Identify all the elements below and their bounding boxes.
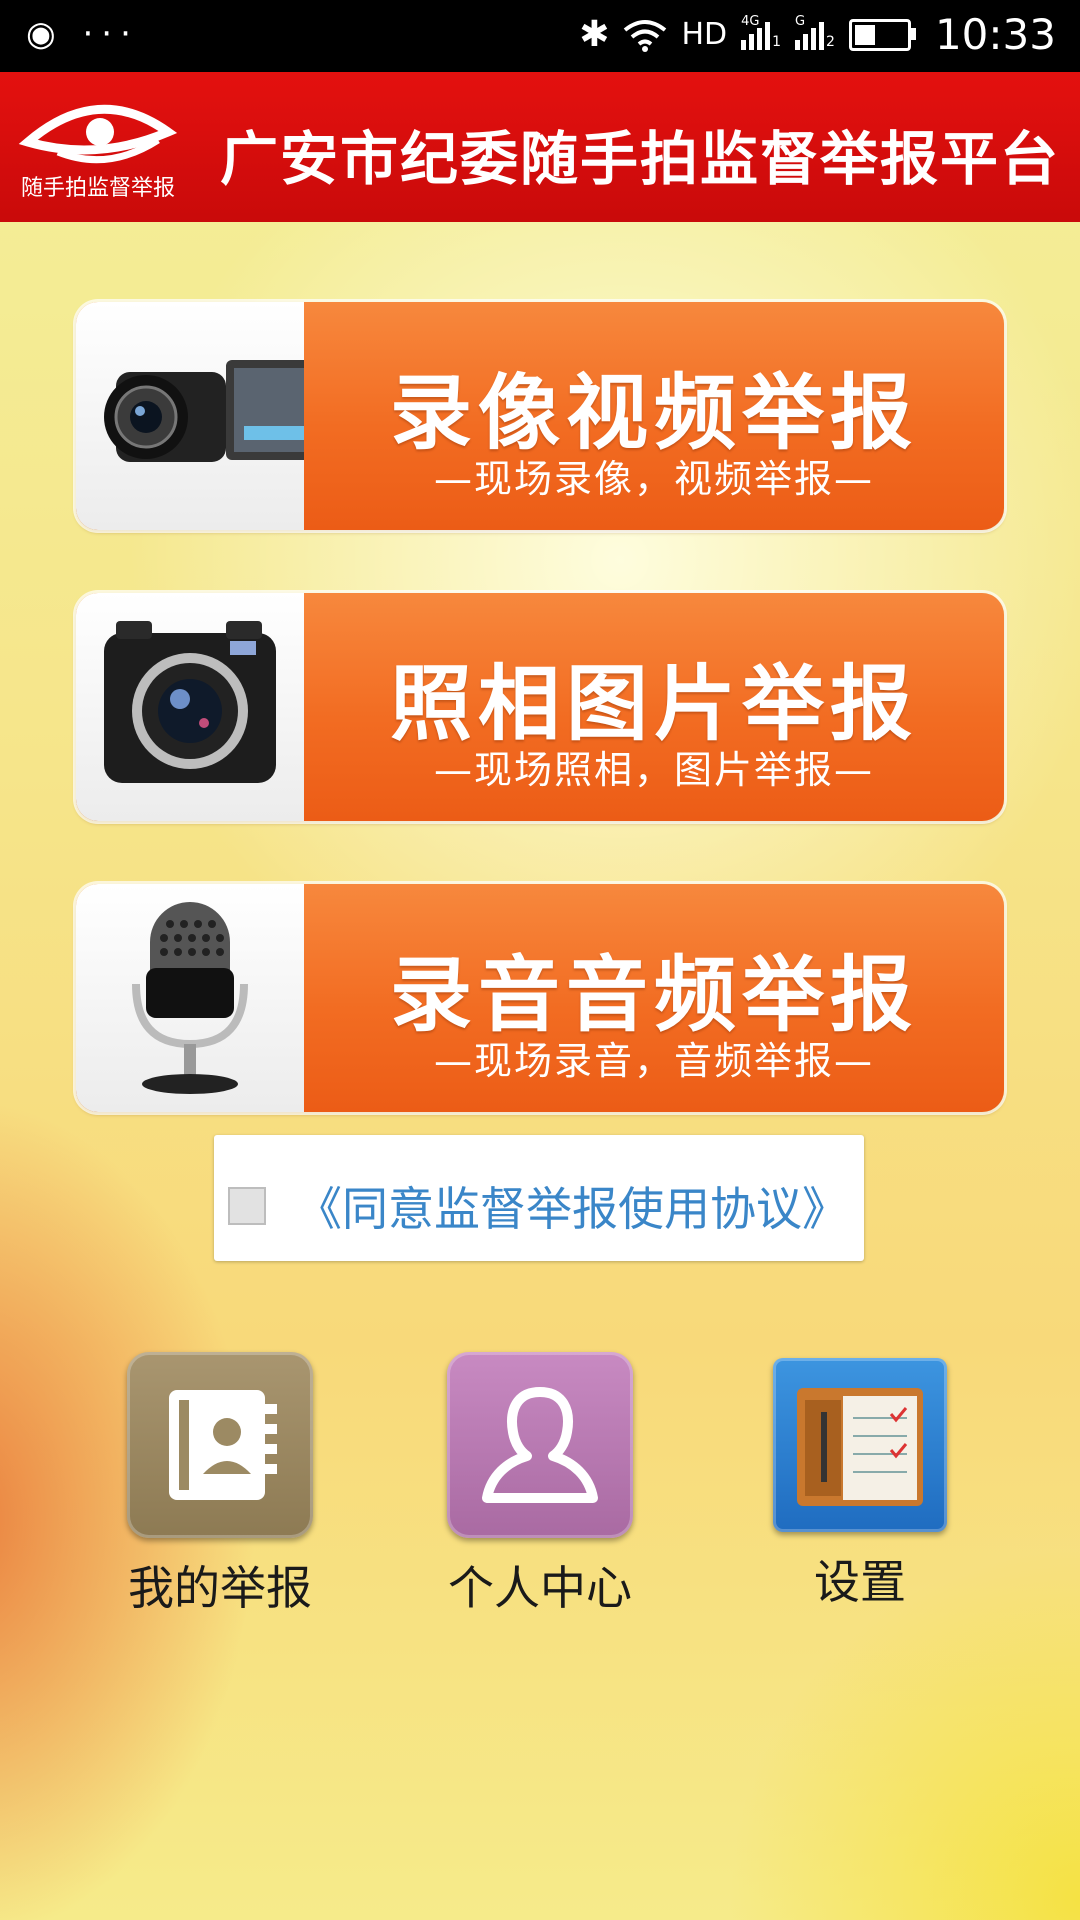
video-camera-icon <box>104 360 304 462</box>
clock: 10:33 <box>934 10 1056 59</box>
my-reports-label: 我的举报 <box>128 1561 312 1615</box>
status-right: ✱ HD 4G 1 G 2 10:33 <box>579 10 1056 59</box>
hd-label: HD <box>681 17 728 52</box>
microphone-icon <box>132 902 248 1094</box>
bluetooth-icon: ✱ <box>579 14 610 55</box>
app-logo: 随手拍监督举报 <box>18 92 178 202</box>
camera-icon <box>104 621 276 783</box>
page-title: 广安市纪委随手拍监督举报平台 <box>220 125 1061 193</box>
personal-center-tile[interactable]: 个人中心 <box>445 1352 635 1618</box>
app-header: 随手拍监督举报 广安市纪委随手拍监督举报平台 <box>0 72 1080 222</box>
user-profile-icon <box>447 1352 633 1538</box>
audio-thumb <box>76 884 304 1112</box>
video-report-subtitle: —现场录像，视频举报— <box>433 457 874 501</box>
settings-label: 设置 <box>814 1555 906 1609</box>
photo-report-button[interactable]: 照相图片举报 —现场照相，图片举报— <box>76 593 1004 821</box>
eye-logo-icon <box>18 104 178 164</box>
signal-icon: 4G 1 <box>741 14 782 50</box>
organizer-icon <box>773 1358 947 1532</box>
status-bar: ◉ ··· ✱ HD 4G 1 G 2 10:33 <box>0 0 1080 72</box>
network-type-label: G <box>795 13 806 29</box>
status-left: ◉ ··· <box>26 14 139 54</box>
audio-report-button[interactable]: 录音音频举报 —现场录音，音频举报— <box>76 884 1004 1112</box>
agreement-link[interactable]: 《同意监督举报使用协议》 <box>296 1173 848 1239</box>
wifi-icon <box>624 19 667 52</box>
logo-text: 随手拍监督举报 <box>20 176 175 201</box>
battery-icon <box>848 18 916 51</box>
settings-tile[interactable]: 设置 <box>765 1352 955 1612</box>
photo-thumb <box>76 593 304 821</box>
my-reports-tile[interactable]: 我的举报 <box>125 1352 315 1618</box>
audio-report-subtitle: —现场录音，音频举报— <box>433 1039 874 1083</box>
video-report-button[interactable]: 录像视频举报 —现场录像，视频举报— <box>76 302 1004 530</box>
network-type-label: 4G <box>741 13 760 29</box>
more-icon: ··· <box>82 14 139 54</box>
signal-icon: G 2 <box>795 14 835 50</box>
contact-book-icon <box>127 1352 313 1538</box>
agreement-box: 《同意监督举报使用协议》 <box>214 1135 864 1261</box>
personal-center-label: 个人中心 <box>448 1561 632 1615</box>
sim-label: 2 <box>826 33 835 50</box>
agreement-checkbox[interactable] <box>228 1187 266 1225</box>
sim-label: 1 <box>772 33 782 50</box>
photo-report-subtitle: —现场照相，图片举报— <box>433 748 874 792</box>
video-thumb <box>76 302 304 530</box>
record-icon: ◉ <box>26 14 64 54</box>
